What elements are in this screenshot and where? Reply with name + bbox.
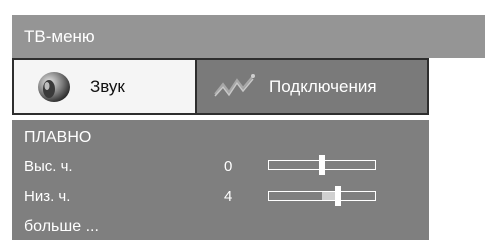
bass-label[interactable]: Низ. ч. [24, 188, 70, 205]
speaker-icon [36, 69, 72, 105]
tab-connections[interactable]: Подключения [197, 58, 429, 115]
treble-slider-knob[interactable] [319, 155, 325, 175]
bass-slider-knob[interactable] [334, 186, 341, 206]
tab-sound-label: Звук [90, 76, 125, 96]
tab-connections-label: Подключения [269, 76, 377, 96]
smooth-mode-item[interactable]: ПЛАВНО [24, 129, 91, 147]
sound-settings-panel: ПЛАВНО Выс. ч. 0 Низ. ч. 4 больше ... [12, 120, 429, 240]
more-item[interactable]: больше ... [24, 218, 99, 236]
bass-slider[interactable] [268, 186, 376, 206]
treble-value: 0 [224, 158, 233, 175]
menu-title: ТВ-меню [24, 27, 95, 46]
connection-icon [211, 72, 257, 102]
treble-slider[interactable] [268, 155, 376, 175]
tab-sound[interactable]: Звук [12, 58, 197, 115]
treble-label[interactable]: Выс. ч. [24, 158, 73, 175]
menu-title-bar: ТВ-меню [12, 15, 485, 58]
bass-value: 4 [224, 188, 233, 205]
